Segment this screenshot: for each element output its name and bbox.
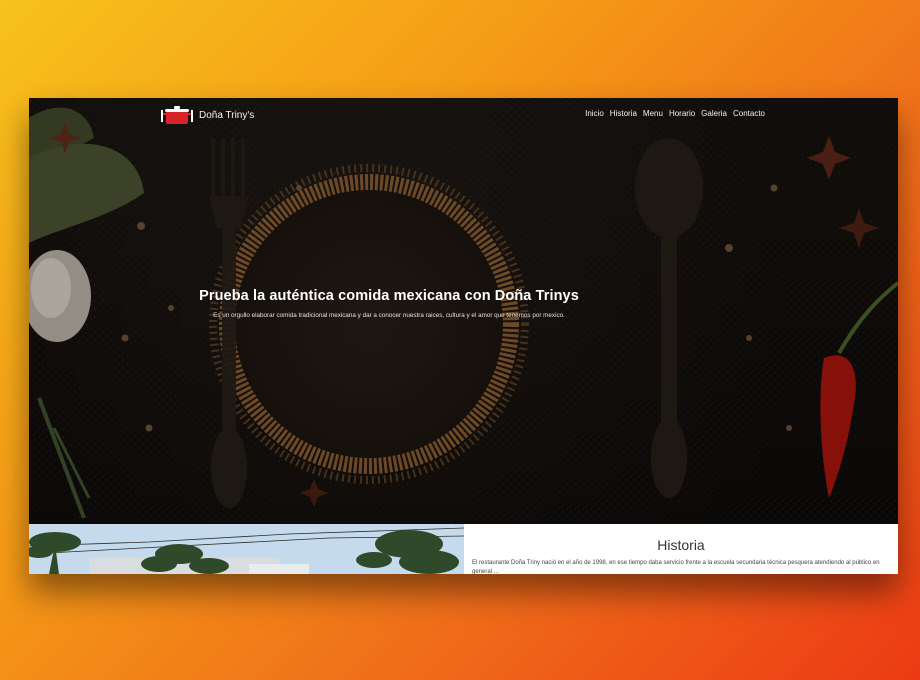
hero-title: Prueba la auténtica comida mexicana con … [199,288,579,304]
historia-photo [29,524,464,574]
hero-text-block: Prueba la auténtica comida mexicana con … [29,288,719,319]
historia-text: El restaurante Doña Triny nació en el añ… [472,560,880,574]
brand-logo[interactable]: Doña Triny's [159,104,254,126]
nav-item-historia[interactable]: Historia [610,109,637,118]
nav-item-inicio[interactable]: Inicio [585,109,604,118]
nav-item-horario[interactable]: Horario [669,109,695,118]
nav-menu: Inicio Historia Menu Horario Galeria Con… [585,109,765,118]
palm-trees-image [29,524,464,574]
historia-section: Historia El restaurante Doña Triny nació… [464,524,898,574]
cooking-pot-icon [161,106,193,124]
nav-item-galeria[interactable]: Galeria [701,109,727,118]
top-navbar: Doña Triny's Inicio Historia Menu Horari… [29,98,898,134]
nav-item-contacto[interactable]: Contacto [733,109,765,118]
historia-title: Historia [657,537,705,553]
brand-name: Doña Triny's [199,109,255,121]
nav-item-menu[interactable]: Menu [643,109,663,118]
hero-section: Doña Triny's Inicio Historia Menu Horari… [29,98,898,524]
browser-page-frame: Doña Triny's Inicio Historia Menu Horari… [29,98,898,574]
hero-subtitle: Es un orgullo elaborar comida tradiciona… [213,312,565,319]
